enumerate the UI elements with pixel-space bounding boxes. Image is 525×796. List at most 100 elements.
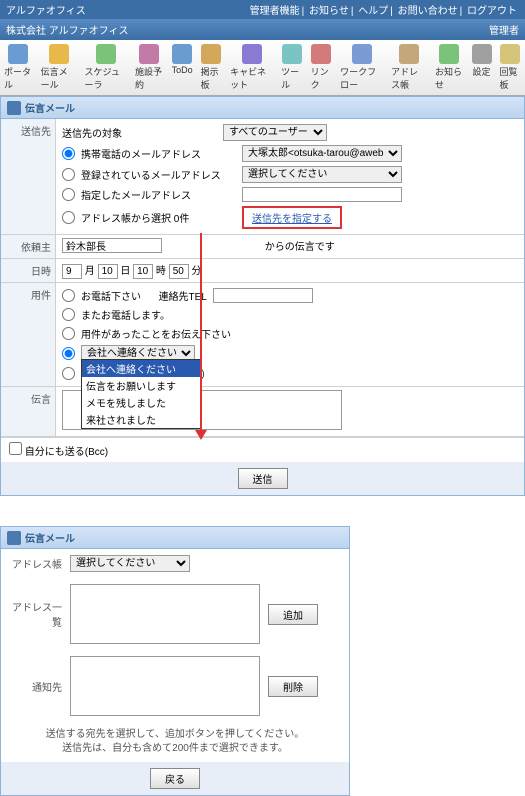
mobile-select[interactable]: 大塚太郎<otsuka-tarou@aweb-aoffice.jp> <box>242 145 402 162</box>
month-input[interactable] <box>62 264 82 279</box>
section-header-2: 伝言メール <box>0 526 350 549</box>
message-icon <box>7 101 21 115</box>
toolbar-label: ToDo <box>172 65 193 75</box>
link-admin[interactable]: 管理者機能 <box>250 6 300 17</box>
delete-button[interactable]: 削除 <box>268 676 318 697</box>
bcc-label: 自分にも送る(Bcc) <box>25 447 108 458</box>
link-notice[interactable]: お知らせ <box>309 6 349 17</box>
toolbar-label: 回覧板 <box>500 65 522 91</box>
toolbar-label: 伝言メール <box>41 65 77 91</box>
label-addressbook: アドレス帳から選択 0件 <box>81 210 236 225</box>
toolbar-お知らせ[interactable]: お知らせ <box>431 42 468 93</box>
toolbar-icon <box>352 44 372 64</box>
toolbar-キャビネット[interactable]: キャビネット <box>226 42 277 93</box>
label-message: 伝言 <box>1 387 56 436</box>
label-specified: 指定したメールアドレス <box>81 187 236 202</box>
radio-registered[interactable] <box>62 168 75 181</box>
toolbar-label: アドレス帳 <box>391 65 427 91</box>
link-contact[interactable]: お問い合わせ <box>398 6 458 17</box>
tel-input[interactable] <box>213 288 313 303</box>
label-addrbook: アドレス帳 <box>7 556 62 571</box>
link-logout[interactable]: ログアウト <box>467 6 517 17</box>
add-button[interactable]: 追加 <box>268 604 318 625</box>
addrbook-select[interactable]: 選択してください <box>70 555 190 572</box>
requester-input[interactable] <box>62 238 162 253</box>
label-mobile: 携帯電話のメールアドレス <box>81 146 236 161</box>
toolbar-icon <box>242 44 262 64</box>
label-addrlist: アドレス一覧 <box>7 599 62 629</box>
radio-specified[interactable] <box>62 188 75 201</box>
label-requester: 依頼主 <box>1 235 56 258</box>
toolbar-ツール[interactable]: ツール <box>277 42 307 93</box>
help-text-1: 送信する宛先を選択して、追加ボタンを押してください。 <box>7 728 343 742</box>
toolbar-icon <box>311 44 331 64</box>
notify-textarea[interactable] <box>70 656 260 716</box>
label-subject: 用件 <box>1 283 56 386</box>
addrlist-textarea[interactable] <box>70 584 260 644</box>
toolbar-label: リンク <box>311 65 333 91</box>
link-help[interactable]: ヘルプ <box>358 6 388 17</box>
hour-input[interactable] <box>133 264 153 279</box>
toolbar-ToDo[interactable]: ToDo <box>168 42 197 93</box>
target-select[interactable]: すべてのユーザー <box>223 124 327 141</box>
back-button[interactable]: 戻る <box>150 768 200 789</box>
hour-suf: 時 <box>156 266 166 277</box>
toolbar-icon <box>8 44 28 64</box>
specify-link-box: 送信先を指定する <box>242 206 342 229</box>
toolbar-label: ワークフロー <box>340 65 383 91</box>
radio-callback[interactable] <box>62 289 75 302</box>
toolbar-掲示板[interactable]: 掲示板 <box>197 42 227 93</box>
dd-option-3[interactable]: 来社されました <box>82 411 200 428</box>
toolbar-icon <box>399 44 419 64</box>
specified-input[interactable] <box>242 187 402 202</box>
section-title-2: 伝言メール <box>25 530 75 545</box>
toolbar-スケジューラ[interactable]: スケジューラ <box>81 42 131 93</box>
radio-dropdown[interactable] <box>62 347 75 360</box>
toolbar-施設予約[interactable]: 施設予約 <box>131 42 168 93</box>
toolbar-icon <box>472 44 492 64</box>
toolbar-label: スケジューラ <box>85 65 127 91</box>
bcc-checkbox[interactable] <box>9 442 22 455</box>
help-text-2: 送信先は、自分も含めて200件まで選択できます。 <box>7 742 343 756</box>
label-inform: 用件があったことをお伝え下さい <box>81 326 231 341</box>
label-callagain: またお電話します。 <box>81 307 170 322</box>
min-input[interactable] <box>169 264 189 279</box>
app-name: アルファオフィス <box>6 2 86 17</box>
radio-inform[interactable] <box>62 327 75 340</box>
radio-callagain[interactable] <box>62 308 75 321</box>
message-icon-2 <box>7 531 21 545</box>
day-input[interactable] <box>98 264 118 279</box>
dd-option-2[interactable]: メモを残しました <box>82 394 200 411</box>
toolbar-label: ポータル <box>4 65 33 91</box>
arrow-line <box>200 233 202 433</box>
toolbar-リンク[interactable]: リンク <box>307 42 337 93</box>
toolbar-label: 設定 <box>473 65 491 78</box>
specify-link[interactable]: 送信先を指定する <box>252 214 332 225</box>
toolbar-アドレス帳[interactable]: アドレス帳 <box>387 42 431 93</box>
toolbar-伝言メール[interactable]: 伝言メール <box>37 42 81 93</box>
toolbar-ポータル[interactable]: ポータル <box>0 42 37 93</box>
toolbar-設定[interactable]: 設定 <box>468 42 496 93</box>
label-sendto: 送信先 <box>1 119 56 234</box>
submit-button[interactable]: 送信 <box>238 468 288 489</box>
arrow-head-icon <box>195 430 207 446</box>
radio-addressbook[interactable] <box>62 211 75 224</box>
toolbar-label: 掲示板 <box>201 65 223 91</box>
toolbar-ワークフロー[interactable]: ワークフロー <box>336 42 387 93</box>
dd-option-1[interactable]: 伝言をお願いします <box>82 377 200 394</box>
toolbar-回覧板[interactable]: 回覧板 <box>496 42 525 93</box>
company-name: 株式会社 アルファオフィス <box>6 22 128 37</box>
requester-suffix: からの伝言です <box>265 242 335 253</box>
target-label: 送信先の対象 <box>62 125 217 140</box>
toolbar-label: ツール <box>281 65 303 91</box>
dd-option-0[interactable]: 会社へ連絡ください <box>82 360 200 377</box>
toolbar-icon <box>172 44 192 64</box>
toolbar-icon <box>49 44 69 64</box>
radio-other[interactable] <box>62 367 75 380</box>
label-registered: 登録されているメールアドレス <box>81 167 236 182</box>
radio-mobile[interactable] <box>62 147 75 160</box>
registered-select[interactable]: 選択してください <box>242 166 402 183</box>
toolbar-label: お知らせ <box>435 65 464 91</box>
dropdown-list: 会社へ連絡ください 伝言をお願いします メモを残しました 来社されました <box>81 359 201 429</box>
section-header-1: 伝言メール <box>0 96 525 119</box>
